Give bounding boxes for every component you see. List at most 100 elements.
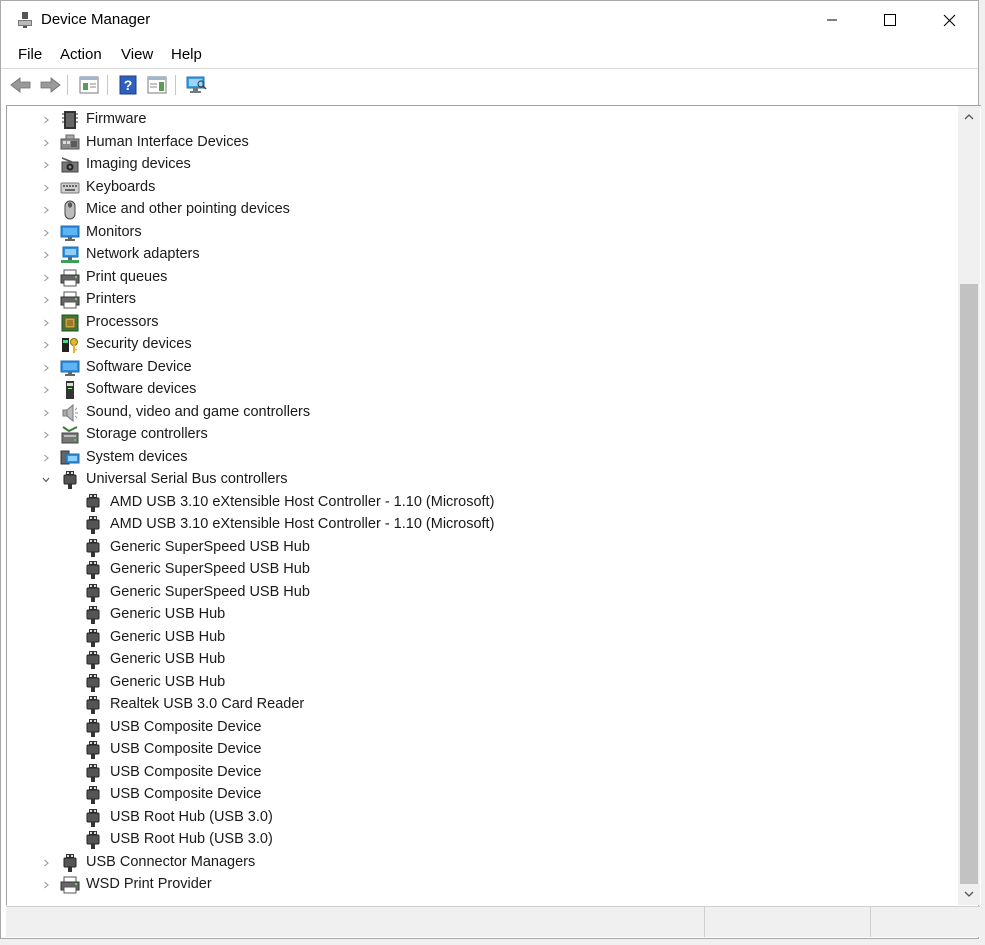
usb-icon bbox=[86, 674, 100, 692]
expand-arrow-right-icon[interactable] bbox=[41, 273, 51, 283]
tree-category-label: Security devices bbox=[86, 336, 192, 352]
tree-device-item[interactable]: USB Composite Device bbox=[7, 762, 947, 784]
tree-device-item[interactable]: USB Composite Device bbox=[7, 784, 947, 806]
tree-device-label: Generic SuperSpeed USB Hub bbox=[110, 561, 310, 577]
expand-arrow-right-icon[interactable] bbox=[41, 453, 51, 463]
expand-arrow-right-icon[interactable] bbox=[41, 160, 51, 170]
tree-category-label: Software devices bbox=[86, 381, 197, 397]
tree-device-item[interactable]: Generic USB Hub bbox=[7, 672, 947, 694]
expand-arrow-right-icon[interactable] bbox=[41, 205, 51, 215]
tree-category[interactable]: Mice and other pointing devices bbox=[7, 199, 947, 221]
tree-device-label: Generic SuperSpeed USB Hub bbox=[110, 539, 310, 555]
tree-device-item[interactable]: USB Composite Device bbox=[7, 739, 947, 761]
keyboard-icon bbox=[60, 182, 80, 194]
vertical-scrollbar[interactable] bbox=[958, 106, 980, 905]
tree-category[interactable]: Processors bbox=[7, 312, 947, 334]
tree-device-item[interactable]: USB Root Hub (USB 3.0) bbox=[7, 829, 947, 851]
expand-arrow-right-icon[interactable] bbox=[41, 385, 51, 395]
usb-icon bbox=[86, 494, 100, 512]
expand-arrow-right-icon[interactable] bbox=[41, 340, 51, 350]
tree-device-item[interactable]: USB Composite Device bbox=[7, 717, 947, 739]
tree-category[interactable]: Monitors bbox=[7, 222, 947, 244]
menu-view[interactable]: View bbox=[121, 46, 153, 63]
tree-category[interactable]: Sound, video and game controllers bbox=[7, 402, 947, 424]
toolbar-separator bbox=[175, 75, 176, 95]
usb-icon bbox=[86, 786, 100, 804]
tree-category[interactable]: Firmware bbox=[7, 109, 947, 131]
tree-device-item[interactable]: AMD USB 3.10 eXtensible Host Controller … bbox=[7, 492, 947, 514]
expand-arrow-right-icon[interactable] bbox=[41, 430, 51, 440]
back-button[interactable] bbox=[9, 73, 33, 97]
usb-icon bbox=[86, 764, 100, 782]
tree-device-item[interactable]: Realtek USB 3.0 Card Reader bbox=[7, 694, 947, 716]
tree-device-item[interactable]: Generic SuperSpeed USB Hub bbox=[7, 537, 947, 559]
usb-icon bbox=[86, 584, 100, 602]
tree-device-item[interactable]: Generic SuperSpeed USB Hub bbox=[7, 559, 947, 581]
scroll-up-button[interactable] bbox=[958, 106, 980, 128]
tree-category[interactable]: WSD Print Provider bbox=[7, 874, 947, 896]
expand-arrow-down-icon[interactable] bbox=[41, 475, 51, 485]
tree-category[interactable]: Printers bbox=[7, 289, 947, 311]
maximize-button[interactable] bbox=[861, 1, 919, 39]
tree-category[interactable]: Software Device bbox=[7, 357, 947, 379]
expand-arrow-right-icon[interactable] bbox=[41, 858, 51, 868]
speaker-icon bbox=[62, 403, 78, 423]
tree-category[interactable]: Network adapters bbox=[7, 244, 947, 266]
scroll-down-button[interactable] bbox=[958, 883, 980, 905]
tree-device-label: Generic USB Hub bbox=[110, 674, 226, 690]
tree-device-item[interactable]: USB Root Hub (USB 3.0) bbox=[7, 807, 947, 829]
menu-file[interactable]: File bbox=[18, 46, 42, 63]
expand-arrow-right-icon[interactable] bbox=[41, 138, 51, 148]
show-hide-console-tree-button[interactable] bbox=[145, 73, 169, 97]
tree-category[interactable]: Universal Serial Bus controllers bbox=[7, 469, 947, 491]
usb-icon bbox=[86, 516, 100, 534]
tree-device-item[interactable]: Generic USB Hub bbox=[7, 649, 947, 671]
scan-for-hardware-changes-button[interactable] bbox=[184, 73, 208, 97]
tree-category-label: WSD Print Provider bbox=[86, 876, 212, 892]
tree-category-label: Network adapters bbox=[86, 246, 200, 262]
expand-arrow-right-icon[interactable] bbox=[41, 318, 51, 328]
expand-arrow-right-icon[interactable] bbox=[41, 408, 51, 418]
expand-arrow-right-icon[interactable] bbox=[41, 363, 51, 373]
tree-device-item[interactable]: Generic SuperSpeed USB Hub bbox=[7, 582, 947, 604]
tree-category[interactable]: Imaging devices bbox=[7, 154, 947, 176]
tree-category[interactable]: Human Interface Devices bbox=[7, 132, 947, 154]
forward-button[interactable] bbox=[38, 73, 62, 97]
close-button[interactable] bbox=[920, 1, 978, 39]
tree-category[interactable]: System devices bbox=[7, 447, 947, 469]
help-button[interactable]: ? bbox=[116, 73, 140, 97]
menu-help[interactable]: Help bbox=[171, 46, 202, 63]
tree-category[interactable]: Storage controllers bbox=[7, 424, 947, 446]
device-manager-window: Device Manager File Action View Help ? F… bbox=[0, 0, 981, 939]
expand-arrow-right-icon[interactable] bbox=[41, 880, 51, 890]
tree-device-label: USB Composite Device bbox=[110, 719, 262, 735]
tree-category-label: Firmware bbox=[86, 111, 147, 127]
tree-category[interactable]: Security devices bbox=[7, 334, 947, 356]
monitor-icon bbox=[60, 360, 80, 376]
usb-icon bbox=[86, 741, 100, 759]
tree-category[interactable]: Software devices bbox=[7, 379, 947, 401]
forward-arrow-icon bbox=[40, 77, 61, 93]
device-tree-pane[interactable]: Firmware Human Interface Devices Imaging d… bbox=[6, 105, 981, 905]
hid-icon bbox=[60, 134, 80, 150]
expand-arrow-right-icon[interactable] bbox=[41, 295, 51, 305]
expand-arrow-right-icon[interactable] bbox=[41, 250, 51, 260]
expand-arrow-right-icon[interactable] bbox=[41, 115, 51, 125]
minimize-button[interactable] bbox=[803, 1, 861, 39]
tree-category[interactable]: Keyboards bbox=[7, 177, 947, 199]
expand-arrow-right-icon[interactable] bbox=[41, 183, 51, 193]
title-bar[interactable]: Device Manager bbox=[1, 1, 978, 39]
tree-device-item[interactable]: Generic USB Hub bbox=[7, 604, 947, 626]
tree-device-item[interactable]: Generic USB Hub bbox=[7, 627, 947, 649]
scroll-thumb[interactable] bbox=[960, 284, 978, 884]
menu-action[interactable]: Action bbox=[60, 46, 102, 63]
toolbar-separator bbox=[67, 75, 68, 95]
tree-category[interactable]: Print queues bbox=[7, 267, 947, 289]
properties-icon bbox=[79, 76, 99, 94]
tree-device-label: USB Composite Device bbox=[110, 786, 262, 802]
expand-arrow-right-icon[interactable] bbox=[41, 228, 51, 238]
scan-for-hardware-changes-icon bbox=[186, 76, 207, 93]
tree-device-item[interactable]: AMD USB 3.10 eXtensible Host Controller … bbox=[7, 514, 947, 536]
properties-button[interactable] bbox=[77, 73, 101, 97]
tree-category[interactable]: USB Connector Managers bbox=[7, 852, 947, 874]
